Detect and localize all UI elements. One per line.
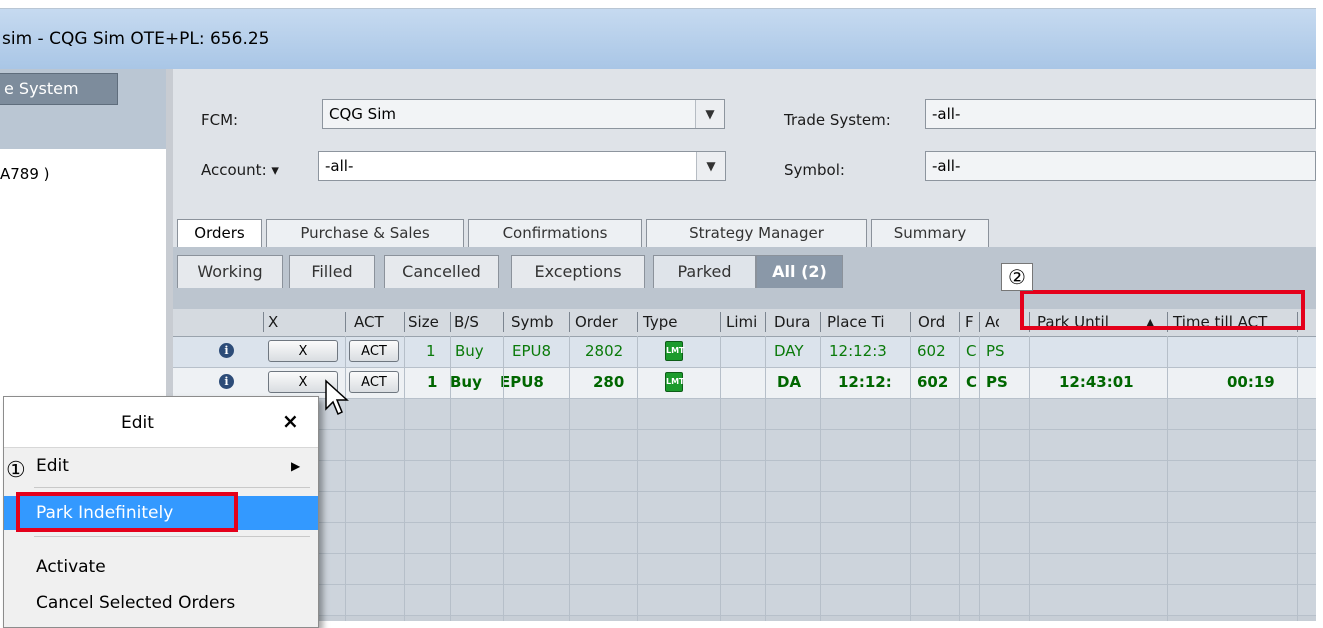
tab-filled[interactable]: Filled bbox=[289, 255, 375, 288]
column-header-ord[interactable]: Ord bbox=[918, 313, 945, 331]
account-value: -all- bbox=[325, 157, 354, 175]
menu-item-activate-label: Activate bbox=[36, 557, 106, 577]
menu-item-edit[interactable]: Edit ▶ bbox=[4, 449, 318, 483]
column-header-limit[interactable]: Limi bbox=[726, 313, 757, 331]
account-label[interactable]: Account: ▾ bbox=[201, 161, 279, 179]
account-tree-item[interactable]: A789 ) bbox=[0, 165, 50, 183]
cell-duration: DA bbox=[777, 373, 802, 391]
cell-buy-sell: Buy bbox=[455, 342, 484, 360]
callout-number-two: ② bbox=[1001, 263, 1033, 291]
cell-f: C bbox=[966, 373, 978, 391]
context-menu-header: Edit × bbox=[4, 397, 318, 448]
column-header-symb[interactable]: Symb bbox=[511, 313, 554, 331]
orders-panel: FCM: CQG Sim ▼ Account: ▾ -all- ▼ Trade … bbox=[173, 69, 1316, 621]
menu-divider bbox=[34, 536, 310, 537]
column-header-f[interactable]: F bbox=[965, 313, 974, 331]
column-header-type[interactable]: Type bbox=[643, 313, 677, 331]
menu-item-activate[interactable]: Activate bbox=[4, 550, 318, 584]
cell-symbol: EPU8 bbox=[500, 373, 544, 391]
tab-summary[interactable]: Summary bbox=[871, 219, 989, 248]
symbol-value: -all- bbox=[932, 157, 961, 175]
trade-system-value: -all- bbox=[932, 105, 961, 123]
cancel-order-button[interactable]: X bbox=[268, 340, 338, 362]
column-header-x[interactable]: X bbox=[268, 313, 278, 331]
tab-purchase-sales[interactable]: Purchase & Sales bbox=[266, 219, 464, 248]
cell-ord: 602 bbox=[917, 373, 949, 391]
fcm-value: CQG Sim bbox=[329, 105, 396, 123]
cell-place-time: 12:12: bbox=[838, 373, 892, 391]
park-columns-highlight bbox=[1020, 290, 1305, 330]
park-indefinitely-highlight bbox=[16, 492, 238, 532]
tab-cancelled[interactable]: Cancelled bbox=[384, 255, 499, 288]
trade-system-select[interactable]: -all- bbox=[925, 99, 1316, 129]
cell-time-till-act: 00:19 bbox=[1227, 373, 1275, 391]
menu-item-cancel-selected-orders[interactable]: Cancel Selected Orders bbox=[4, 586, 318, 620]
cell-ord: 602 bbox=[917, 342, 946, 360]
trade-system-tab[interactable]: e System bbox=[0, 73, 118, 105]
cell-place-time: 12:12:3 bbox=[829, 342, 887, 360]
trade-system-label: Trade System: bbox=[784, 111, 891, 129]
cell-ac: PS bbox=[986, 342, 1005, 360]
tab-confirmations[interactable]: Confirmations bbox=[468, 219, 642, 248]
limit-order-icon: LMT bbox=[665, 341, 685, 361]
activate-order-button[interactable]: ACT bbox=[349, 371, 399, 393]
chevron-down-icon[interactable]: ▼ bbox=[696, 152, 725, 180]
account-select[interactable]: -all- ▼ bbox=[318, 151, 726, 181]
fcm-label: FCM: bbox=[201, 111, 239, 129]
cell-duration: DAY bbox=[774, 342, 804, 360]
column-header-bs[interactable]: B/S bbox=[454, 313, 479, 331]
column-header-duration[interactable]: Dura bbox=[774, 313, 810, 331]
menu-item-cancel-selected-orders-label: Cancel Selected Orders bbox=[36, 593, 236, 613]
column-header-act[interactable]: ACT bbox=[354, 313, 384, 331]
activate-order-button[interactable]: ACT bbox=[349, 340, 399, 362]
context-menu-title: Edit bbox=[121, 413, 154, 433]
menu-divider bbox=[34, 487, 310, 488]
title-bar: sim - CQG Sim OTE+PL: 656.25 bbox=[0, 9, 1316, 69]
tab-exceptions[interactable]: Exceptions bbox=[511, 255, 645, 288]
limit-order-icon: LMT bbox=[665, 372, 685, 392]
cell-ac: PS bbox=[986, 373, 1008, 391]
cell-park-until: 12:43:01 bbox=[1059, 373, 1134, 391]
tab-all[interactable]: All (2) bbox=[756, 255, 843, 288]
info-icon[interactable]: i bbox=[219, 374, 234, 389]
column-header-size[interactable]: Size bbox=[408, 313, 439, 331]
submenu-arrow-icon: ▶ bbox=[291, 459, 301, 473]
fcm-select[interactable]: CQG Sim ▼ bbox=[322, 99, 725, 129]
tab-strategy-manager[interactable]: Strategy Manager bbox=[646, 219, 867, 248]
cell-buy-sell: Buy bbox=[450, 373, 482, 391]
mouse-cursor-icon bbox=[325, 379, 349, 416]
cell-size: 1 bbox=[427, 373, 438, 391]
menu-item-edit-label: Edit bbox=[36, 456, 69, 476]
chevron-down-icon[interactable]: ▼ bbox=[695, 100, 724, 128]
symbol-label: Symbol: bbox=[784, 161, 845, 179]
callout-number-one: ① bbox=[6, 458, 26, 483]
cell-symbol: EPU8 bbox=[512, 342, 552, 360]
column-header-place-time[interactable]: Place Ti bbox=[827, 313, 885, 331]
orders-grid: X ACT Size B/S Symb Order Type Limi Dura… bbox=[173, 309, 1316, 621]
tab-parked[interactable]: Parked bbox=[653, 255, 756, 288]
symbol-select[interactable]: -all- bbox=[925, 151, 1316, 181]
cell-order-number: 2802 bbox=[585, 342, 624, 360]
tab-working[interactable]: Working bbox=[177, 255, 283, 288]
info-icon[interactable]: i bbox=[219, 343, 234, 358]
column-header-order[interactable]: Order bbox=[575, 313, 618, 331]
column-header-ac[interactable]: Ac bbox=[985, 313, 999, 331]
cell-size: 1 bbox=[426, 342, 436, 360]
close-icon[interactable]: × bbox=[282, 409, 299, 433]
window-title: sim - CQG Sim OTE+PL: 656.25 bbox=[2, 29, 270, 49]
cell-f: C bbox=[966, 342, 977, 360]
cell-order-number: 280 bbox=[593, 373, 625, 391]
tab-orders[interactable]: Orders bbox=[177, 219, 262, 248]
